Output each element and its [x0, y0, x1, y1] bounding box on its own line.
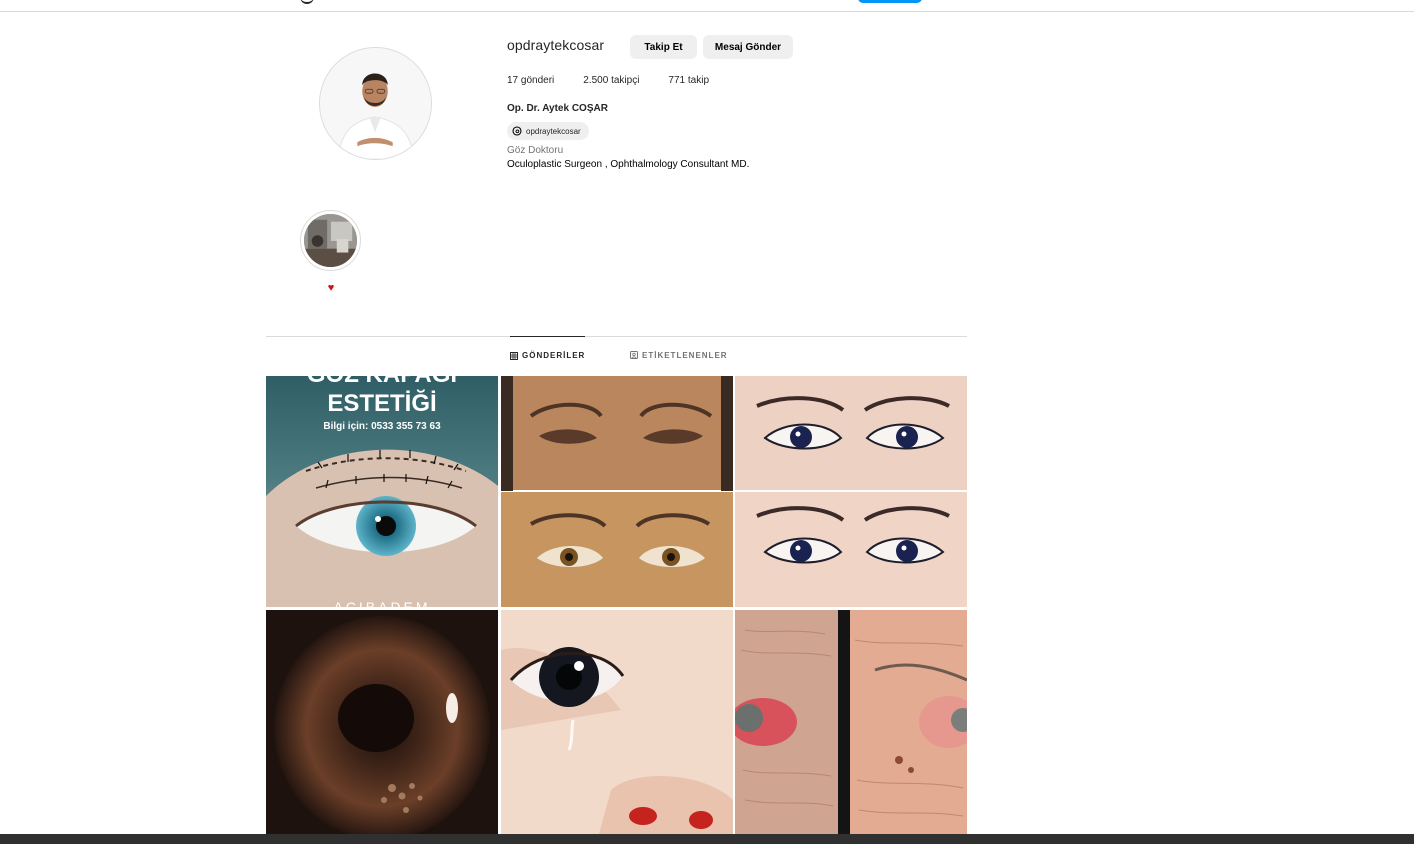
highlight-cover	[304, 214, 357, 267]
follow-button[interactable]: Takip Et	[630, 35, 697, 59]
tab-posts-label: GÖNDERİLER	[522, 351, 586, 360]
top-nav-bar	[0, 0, 1414, 12]
post-tile[interactable]	[735, 376, 967, 607]
following-count[interactable]: 771 takip	[668, 75, 709, 86]
post-tile[interactable]	[501, 376, 733, 607]
instagram-logo[interactable]	[300, 0, 314, 4]
followers-count[interactable]: 2.500 takipçi	[583, 75, 639, 86]
post-brand-text: ACIBADEM	[333, 599, 430, 607]
posts-count: 17 gönderi	[507, 75, 555, 86]
post-tile[interactable]: GÖZ KAPAĞI ESTETİĞİ Bilgi için: 0533 355…	[266, 376, 498, 607]
login-button[interactable]	[858, 0, 922, 3]
post-title-text: GÖZ KAPAĞI	[307, 376, 457, 388]
tab-tagged[interactable]: ETİKETLENENLER	[630, 336, 728, 374]
post-tile[interactable]	[735, 610, 967, 841]
post-subtitle-text: ESTETİĞİ	[327, 389, 436, 417]
threads-handle: opdraytekcosar	[526, 126, 581, 136]
profile-full-name: Op. Dr. Aytek COŞAR	[507, 103, 608, 114]
threads-icon	[512, 126, 522, 136]
tab-tagged-label: ETİKETLENENLER	[642, 350, 728, 360]
profile-stats: 17 gönderi 2.500 takipçi 771 takip	[507, 75, 738, 86]
profile-category: Göz Doktoru	[507, 145, 564, 156]
profile-avatar[interactable]	[319, 47, 432, 160]
grid-icon	[510, 351, 518, 360]
profile-bio: Oculoplastic Surgeon , Ophthalmology Con…	[507, 159, 750, 170]
post-tile[interactable]	[501, 610, 733, 841]
tab-posts[interactable]: GÖNDERİLER	[510, 336, 585, 374]
profile-username: opdraytekcosar	[507, 37, 605, 53]
story-highlight[interactable]	[300, 210, 361, 271]
message-button[interactable]: Mesaj Gönder	[703, 35, 793, 59]
tagged-icon	[630, 351, 638, 359]
posts-grid: GÖZ KAPAĞI ESTETİĞİ Bilgi için: 0533 355…	[266, 376, 967, 841]
heart-icon: ♥	[327, 282, 335, 294]
post-phone-text: Bilgi için: 0533 355 73 63	[323, 421, 441, 432]
post-tile[interactable]	[266, 610, 498, 841]
tabs-divider	[266, 336, 967, 337]
threads-badge[interactable]: opdraytekcosar	[507, 122, 589, 140]
taskbar	[0, 834, 1414, 844]
